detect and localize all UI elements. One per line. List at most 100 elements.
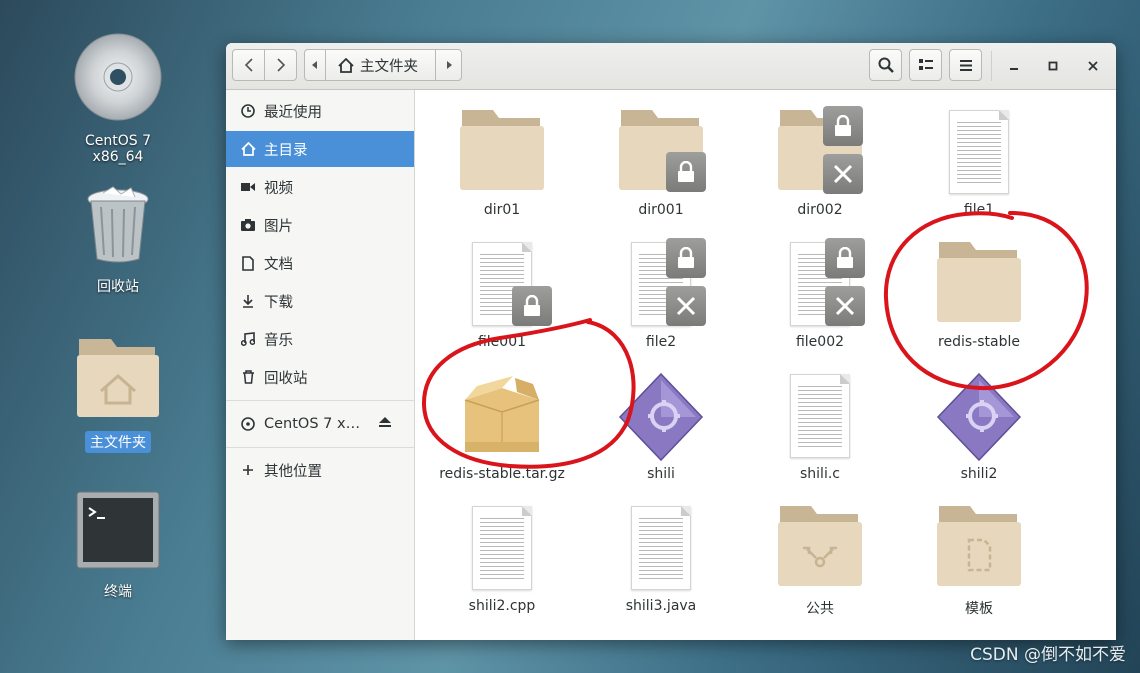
- executable-gear-icon: [936, 372, 1022, 462]
- file-item-shili[interactable]: shili: [586, 372, 736, 482]
- sidebar-item-label: 视频: [264, 180, 293, 197]
- minimize-icon: [1010, 68, 1018, 70]
- sidebar-item-recent[interactable]: 最近使用: [226, 93, 414, 129]
- file-item-shili3-java[interactable]: shili3.java: [586, 504, 736, 614]
- file-grid: dir01 dir001 dir002 file1 file001 file2 …: [415, 90, 1116, 640]
- music-icon: [240, 332, 256, 346]
- file-item-redis-stable[interactable]: redis-stable: [904, 240, 1054, 350]
- forward-button[interactable]: [264, 49, 297, 81]
- x-mark-icon: [835, 296, 855, 316]
- path-label: 主文件夹: [360, 58, 418, 75]
- file-item-file002[interactable]: file002: [745, 238, 895, 350]
- sidebar-item-pictures[interactable]: 图片: [226, 207, 414, 243]
- file-name: 模板: [965, 601, 993, 617]
- file-name: file001: [477, 334, 527, 350]
- file-name: shili: [647, 466, 675, 482]
- file-name: shili2.cpp: [468, 598, 536, 614]
- close-button[interactable]: [1082, 55, 1104, 77]
- trash-icon: [87, 186, 149, 263]
- sidebar-item-downloads[interactable]: 下载: [226, 283, 414, 319]
- desktop-icon-home-folder[interactable]: 主文件夹: [63, 335, 173, 453]
- file-item-shili-c[interactable]: shili.c: [745, 372, 895, 482]
- eject-button[interactable]: [378, 416, 392, 432]
- folder-icon: [937, 242, 1021, 322]
- file-manager-window: 主文件夹 最近使用 主目录 视频 图片 文档 下载 音乐 回收站 CentOS …: [226, 43, 1116, 640]
- sidebar-item-cdrom[interactable]: CentOS 7 x…: [226, 406, 414, 442]
- lock-emblem: [512, 286, 552, 326]
- hamburger-menu-icon: [959, 59, 972, 71]
- chevron-right-icon: [276, 58, 285, 72]
- desktop-icon-label: 回收站: [97, 279, 139, 295]
- file-item-file2[interactable]: file2: [586, 238, 736, 350]
- file-item-dir001[interactable]: dir001: [586, 108, 736, 218]
- search-icon: [878, 57, 894, 73]
- path-scroll-left-button[interactable]: [304, 49, 326, 81]
- trash-icon: [240, 370, 256, 384]
- folder-icon: [460, 110, 544, 190]
- sidebar-item-label: 其他位置: [264, 463, 322, 480]
- file-item-redis-stable-tar-gz[interactable]: redis-stable.tar.gz: [427, 372, 577, 482]
- public-share-folder-icon: [778, 506, 862, 586]
- video-icon: [240, 182, 256, 192]
- sidebar-item-label: 文档: [264, 256, 293, 273]
- desktop-icon-terminal[interactable]: 终端: [63, 490, 173, 602]
- desktop-icon-cdrom[interactable]: CentOS 7 x86_64: [63, 32, 173, 166]
- file-name: dir001: [638, 202, 684, 218]
- desktop-icon-label: 主文件夹: [85, 431, 151, 453]
- file-item-file001[interactable]: file001: [427, 240, 577, 350]
- file-name: file2: [645, 334, 677, 350]
- home-folder-icon: [77, 339, 159, 417]
- minimize-button[interactable]: [1003, 55, 1025, 77]
- lock-icon: [524, 295, 540, 316]
- file-name: shili3.java: [625, 598, 697, 614]
- file-item-public[interactable]: 公共: [745, 504, 895, 618]
- sidebar-item-documents[interactable]: 文档: [226, 245, 414, 281]
- home-icon: [338, 57, 354, 73]
- file-item-templates[interactable]: 模板: [904, 504, 1054, 618]
- search-button[interactable]: [869, 49, 902, 81]
- camera-icon: [240, 219, 256, 231]
- recent-icon: [240, 104, 256, 118]
- templates-folder-icon: [937, 506, 1021, 586]
- sidebar-item-home[interactable]: 主目录: [226, 131, 414, 167]
- file-name: shili.c: [800, 466, 840, 482]
- header-separator: [991, 51, 992, 81]
- desktop-icon-trash[interactable]: 回收站: [63, 185, 173, 297]
- header-bar: 主文件夹: [226, 43, 1116, 90]
- file-item-shili2-cpp[interactable]: shili2.cpp: [427, 504, 577, 614]
- lock-emblem: [666, 238, 706, 278]
- sidebar-item-trash[interactable]: 回收站: [226, 359, 414, 395]
- plus-icon: [240, 464, 256, 476]
- sidebar-separator: [226, 447, 414, 448]
- maximize-button[interactable]: [1042, 55, 1064, 77]
- sidebar-item-videos[interactable]: 视频: [226, 169, 414, 205]
- file-item-dir01[interactable]: dir01: [427, 108, 577, 218]
- file-name: redis-stable: [938, 334, 1020, 350]
- file-item-dir002[interactable]: dir002: [745, 106, 895, 218]
- path-scroll-right-button[interactable]: [435, 49, 462, 81]
- view-toggle-button[interactable]: [909, 49, 942, 81]
- sidebar-item-label: CentOS 7 x…: [264, 416, 361, 432]
- file-name: file002: [795, 334, 845, 350]
- x-mark-icon: [676, 296, 696, 316]
- lock-icon: [835, 115, 851, 136]
- file-item-file1[interactable]: file1: [904, 108, 1054, 218]
- sidebar-item-music[interactable]: 音乐: [226, 321, 414, 357]
- chevron-left-icon: [244, 58, 253, 72]
- unreadable-emblem: [666, 286, 706, 326]
- sidebar-item-label: 回收站: [264, 370, 308, 387]
- triangle-right-icon: [446, 61, 452, 69]
- document-icon: [240, 255, 256, 271]
- sidebar-item-other-locations[interactable]: 其他位置: [226, 452, 414, 488]
- back-button[interactable]: [232, 49, 265, 81]
- disc-icon: [240, 417, 256, 431]
- file-name: dir002: [797, 202, 843, 218]
- sidebar-item-label: 下载: [264, 294, 293, 311]
- path-bar-home-button[interactable]: 主文件夹: [325, 49, 436, 81]
- file-item-shili2[interactable]: shili2: [904, 372, 1054, 482]
- file-name: redis-stable.tar.gz: [439, 466, 565, 482]
- menu-button[interactable]: [949, 49, 982, 81]
- sidebar: 最近使用 主目录 视频 图片 文档 下载 音乐 回收站 CentOS 7 x… …: [226, 90, 415, 640]
- text-file-icon: [949, 110, 1009, 194]
- watermark: CSDN @倒不如不爱: [970, 645, 1126, 665]
